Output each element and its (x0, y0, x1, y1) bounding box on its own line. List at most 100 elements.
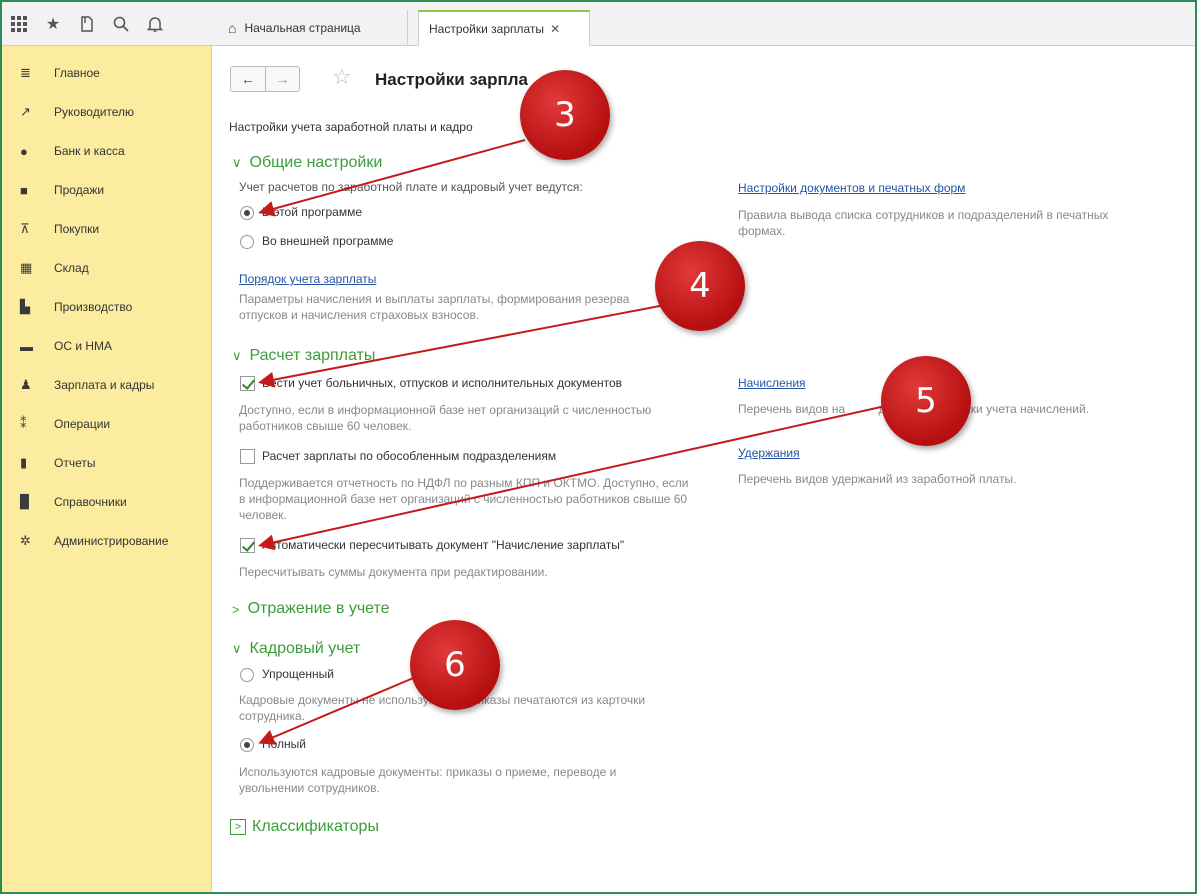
sidebar-item-label: Администрирование (54, 534, 169, 548)
documents-forms-link[interactable]: Настройки документов и печатных форм (738, 181, 965, 195)
checkbox-sick-leave[interactable] (240, 376, 255, 391)
trend-icon: ↗ (20, 104, 31, 119)
main-content: ← → ☆ Настройки зарпла Настройки учета з… (212, 46, 1195, 892)
truck-icon: ▬ (20, 338, 33, 354)
payroll-order-hint: Параметры начисления и выплаты зарплаты,… (239, 292, 630, 322)
checkbox-auto-recalc-label: Автоматически пересчитывать документ "На… (262, 538, 625, 552)
sidebar-item-operations[interactable]: ⁑ Операции (2, 411, 212, 437)
bag-icon: ■ (20, 182, 28, 198)
back-arrow-icon[interactable]: ← (231, 67, 265, 91)
chart-icon: ▮ (20, 455, 28, 470)
section-accounting-label: Отражение в учете (247, 600, 390, 617)
sidebar-item-references[interactable]: ▉ Справочники (2, 489, 212, 515)
accounting-question: Учет расчетов по заработной плате и кадр… (239, 180, 583, 194)
sidebar-item-purchases[interactable]: ⊼ Покупки (2, 216, 212, 242)
annotation-badge-6: 6 (410, 620, 500, 710)
sidebar-item-label: Отчеты (54, 456, 96, 470)
sidebar-item-label: Главное (54, 66, 100, 80)
sidebar-item-assets[interactable]: ▬ ОС и НМА (2, 333, 212, 359)
sidebar-item-label: Банк и касса (54, 144, 125, 158)
sidebar-item-payroll-hr[interactable]: ♟ Зарплата и кадры (2, 372, 212, 398)
payroll-order-link[interactable]: Порядок учета зарплаты (239, 272, 376, 286)
top-bar: ★ ⌂ Начальная страница Настройки зарплат… (2, 2, 1195, 46)
checkbox-sick-leave-label: Вести учет больничных, отпусков и исполн… (262, 376, 622, 390)
sidebar: ≣ Главное ↗ Руководителю ● Банк и касса ■ Пр… (2, 46, 212, 892)
tab-home[interactable]: ⌂ Начальная страница (218, 10, 408, 46)
search-icon[interactable] (104, 2, 138, 46)
deductions-hint: Перечень видов удержаний из заработной п… (738, 472, 1017, 486)
radio-external-program[interactable] (240, 235, 254, 249)
warehouse-icon: ▦ (20, 260, 33, 275)
page-title: Настройки зарпла (375, 70, 528, 89)
history-icon[interactable] (70, 2, 104, 46)
section-payroll-label: Расчет зарплаты (249, 347, 376, 364)
apps-grid-icon[interactable] (2, 2, 36, 46)
sidebar-item-reports[interactable]: ▮ Отчеты (2, 450, 212, 476)
radio-hr-simple-label: Упрощенный (262, 667, 334, 681)
chevron-right-icon: > (232, 601, 240, 617)
sidebar-item-label: Операции (54, 417, 111, 431)
gear-icon: ✲ (20, 533, 31, 548)
close-icon[interactable]: ✕ (550, 22, 560, 36)
section-accounting[interactable]: > Отражение в учете (232, 600, 390, 618)
cart-icon: ⊼ (20, 221, 30, 236)
sidebar-item-bank[interactable]: ● Банк и касса (2, 138, 212, 164)
favorite-star-icon[interactable]: ☆ (332, 64, 352, 90)
sidebar-item-label: Справочники (54, 495, 127, 509)
sidebar-item-label: Склад (54, 261, 89, 275)
favorites-star-icon[interactable]: ★ (36, 2, 70, 46)
section-general[interactable]: ∨ Общие настройки (232, 154, 382, 172)
page-subtitle: Настройки учета заработной платы и кадро (229, 120, 473, 134)
tab-home-label: Начальная страница (244, 21, 361, 35)
radio-hr-full[interactable] (240, 738, 254, 752)
radio-hr-simple[interactable] (240, 668, 254, 682)
section-payroll[interactable]: ∨ Расчет зарплаты (232, 347, 375, 365)
checkbox-auto-recalc[interactable] (240, 538, 255, 553)
nav-buttons: ← → (230, 66, 300, 92)
sidebar-item-label: Производство (54, 300, 133, 314)
checkbox-sick-leave-hint: Доступно, если в информационной базе нет… (239, 403, 652, 433)
sidebar-item-label: ОС и НМА (54, 339, 113, 353)
sidebar-item-label: Руководителю (54, 105, 135, 119)
checkbox-separate-divisions[interactable] (240, 449, 255, 464)
operations-icon: ⁑ (20, 416, 27, 431)
deductions-link[interactable]: Удержания (738, 446, 800, 460)
tab-payroll-settings[interactable]: Настройки зарплаты ✕ (418, 10, 590, 46)
sidebar-item-label: Зарплата и кадры (54, 378, 155, 392)
radio-this-program-label: В этой программе (262, 205, 363, 219)
section-classifiers[interactable]: > Классификаторы (230, 818, 379, 836)
section-general-label: Общие настройки (249, 154, 383, 171)
radio-hr-full-label: Полный (262, 737, 306, 751)
person-icon: ♟ (20, 377, 32, 392)
radio-this-program[interactable] (240, 206, 254, 220)
checkbox-separate-divisions-label: Расчет зарплаты по обособленным подразде… (262, 449, 557, 463)
sidebar-item-production[interactable]: ▙ Производство (2, 294, 212, 320)
annotation-badge-3: 3 (520, 70, 610, 160)
chevron-down-icon: ∨ (232, 348, 242, 363)
sidebar-item-warehouse[interactable]: ▦ Склад (2, 255, 212, 281)
sidebar-item-label: Покупки (54, 222, 100, 236)
bell-icon[interactable] (138, 2, 172, 46)
sidebar-item-admin[interactable]: ✲ Администрирование (2, 528, 212, 554)
home-icon: ⌂ (228, 20, 237, 36)
section-hr[interactable]: ∨ Кадровый учет (232, 640, 360, 658)
accruals-link[interactable]: Начисления (738, 376, 806, 390)
sidebar-item-label: Продажи (54, 183, 105, 197)
factory-icon: ▙ (20, 299, 30, 314)
forward-arrow-icon[interactable]: → (265, 67, 299, 91)
chevron-down-icon: ∨ (232, 155, 242, 170)
sidebar-item-manager[interactable]: ↗ Руководителю (2, 99, 212, 125)
documents-forms-hint: Правила вывода списка сотрудников и подр… (738, 208, 1109, 238)
coin-icon: ● (20, 143, 28, 159)
radio-hr-full-hint: Используются кадровые документы: приказы… (239, 765, 617, 795)
checkbox-separate-divisions-hint: Поддерживается отчетность по НДФЛ по раз… (239, 476, 689, 522)
annotation-badge-5: 5 (881, 356, 971, 446)
chevron-right-icon: > (230, 819, 246, 835)
sidebar-item-main[interactable]: ≣ Главное (2, 60, 212, 86)
sidebar-item-sales[interactable]: ■ Продажи (2, 177, 212, 203)
menu-icon: ≣ (20, 65, 31, 80)
annotation-badge-4: 4 (655, 241, 745, 331)
toolbar-icons: ★ (2, 2, 212, 46)
section-classifiers-label: Классификаторы (252, 818, 379, 835)
section-hr-label: Кадровый учет (249, 640, 361, 657)
